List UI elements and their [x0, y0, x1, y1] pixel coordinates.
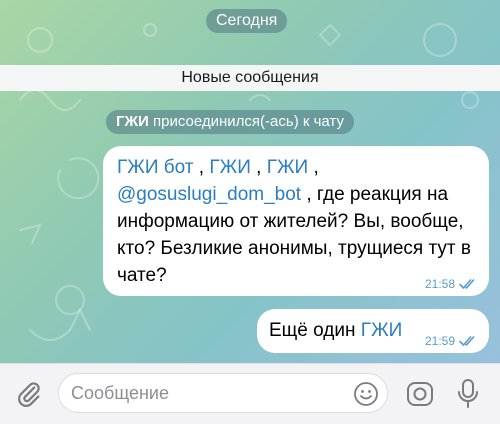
microphone-icon[interactable] — [456, 378, 480, 410]
message-text: Ещё один — [269, 320, 361, 341]
new-messages-divider: Новые сообщения — [0, 65, 500, 91]
mention-link[interactable]: ГЖИ бот — [117, 157, 194, 178]
join-notice-text: присоединился(-ась) к чату — [148, 113, 344, 130]
message-text: , — [308, 157, 319, 178]
message-meta: 21:59 — [425, 333, 477, 349]
join-notice-user[interactable]: ГЖИ — [116, 113, 149, 130]
message-composer — [0, 363, 500, 424]
mention-link[interactable]: @gosuslugi_dom_bot — [117, 184, 301, 205]
message-text: , — [193, 157, 210, 178]
read-checkmarks-icon — [459, 279, 475, 289]
join-notice: ГЖИ присоединился(-ась) к чату — [106, 110, 354, 134]
message-input[interactable] — [59, 374, 349, 412]
camera-icon[interactable] — [405, 380, 435, 408]
message-time: 21:59 — [424, 334, 455, 348]
message-bubble[interactable]: ГЖИ бот , ГЖИ , ГЖИ , @gosuslugi_dom_bot … — [103, 146, 489, 296]
mention-link[interactable]: ГЖИ — [361, 320, 403, 341]
message-input-field[interactable] — [58, 373, 388, 413]
message-meta: 21:58 — [425, 276, 477, 292]
mention-link[interactable]: ГЖИ — [209, 157, 251, 178]
message-bubble[interactable]: Ещё один ГЖИ 21:59 — [257, 309, 489, 353]
paperclip-icon[interactable] — [15, 380, 43, 408]
message-time: 21:58 — [424, 277, 455, 291]
emoji-icon[interactable] — [353, 381, 379, 407]
message-text: , — [250, 157, 267, 178]
date-separator: Сегодня — [206, 9, 288, 33]
read-checkmarks-icon — [459, 336, 475, 346]
mention-link[interactable]: ГЖИ — [267, 157, 309, 178]
